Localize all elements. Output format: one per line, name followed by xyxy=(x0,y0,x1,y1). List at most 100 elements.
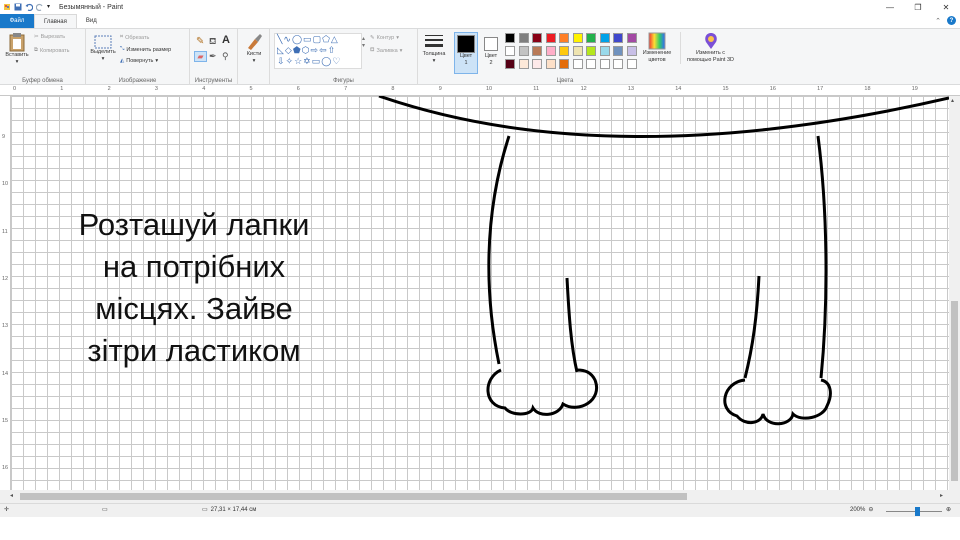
callout-rect-shape-icon[interactable]: ▭ xyxy=(312,56,322,66)
zoom-in-icon[interactable]: ⊕ xyxy=(946,506,951,513)
help-icon[interactable]: ? xyxy=(947,16,956,25)
crop-button[interactable]: ⌗ Обрезать xyxy=(120,34,149,41)
eraser-icon[interactable]: ▰ xyxy=(194,51,207,62)
palette-swatch[interactable] xyxy=(559,59,569,69)
vertical-scrollbar[interactable]: ▴ xyxy=(949,96,960,490)
color1-swatch xyxy=(457,35,475,53)
palette-swatch[interactable] xyxy=(559,33,569,43)
palette-swatch[interactable] xyxy=(626,59,637,69)
palette-swatch[interactable] xyxy=(532,46,542,56)
palette-swatch[interactable] xyxy=(505,46,515,56)
shapes-gallery[interactable]: ╲∿◯▭▢⬠△ ◺◇⬟⬡⇨⇦⇧ ⇩✧☆✡▭◯♡ xyxy=(274,33,362,69)
palette-swatch[interactable] xyxy=(518,59,529,69)
oval-shape-icon[interactable]: ◯ xyxy=(292,34,303,44)
palette-swatch[interactable] xyxy=(532,33,542,43)
undo-icon[interactable] xyxy=(25,3,33,11)
palette-swatch[interactable] xyxy=(572,33,583,43)
palette-swatch[interactable] xyxy=(586,33,596,43)
scroll-up-icon[interactable]: ▴ xyxy=(951,97,954,104)
left-arrow-shape-icon[interactable]: ⇦ xyxy=(319,45,328,55)
drawing-canvas[interactable]: Розташуй лапки на потрібних місцях. Зайв… xyxy=(11,96,949,490)
tab-home[interactable]: Главная xyxy=(34,14,77,28)
palette-swatch[interactable] xyxy=(545,33,556,43)
curve-shape-icon[interactable]: ∿ xyxy=(283,34,292,44)
tab-file[interactable]: Файл xyxy=(0,14,34,28)
shapes-scroll-icon[interactable]: ▴ ▾ xyxy=(362,35,365,49)
triangle-shape-icon[interactable]: △ xyxy=(331,34,339,44)
color-picker-icon[interactable]: ✒ xyxy=(209,51,217,62)
rotate-button[interactable]: ◭ Повернуть ▾ xyxy=(120,58,158,64)
scroll-left-icon[interactable]: ◂ xyxy=(10,492,13,499)
palette-swatch[interactable] xyxy=(599,33,610,43)
zoom-slider[interactable] xyxy=(886,511,942,512)
pentagon-shape-icon[interactable]: ⬟ xyxy=(293,45,302,55)
thickness-button[interactable]: Толщина ▾ xyxy=(420,33,448,65)
palette-swatch[interactable] xyxy=(545,59,556,69)
palette-swatch[interactable] xyxy=(505,59,515,69)
palette-swatch[interactable] xyxy=(518,46,529,56)
palette-swatch[interactable] xyxy=(518,33,529,43)
text-icon[interactable]: A xyxy=(222,34,230,46)
palette-swatch[interactable] xyxy=(545,46,556,56)
status-bar: ✛ ▭ ▭ 27,31 × 17,44 см 200% ⊖ ⊕ xyxy=(0,503,960,517)
customize-qat-icon[interactable]: ▾ xyxy=(47,3,55,11)
magnifier-icon[interactable]: ⚲ xyxy=(222,51,229,62)
callout-oval-shape-icon[interactable]: ◯ xyxy=(321,56,332,66)
palette-swatch[interactable] xyxy=(613,46,623,56)
outline-button[interactable]: ✎ Контур ▾ xyxy=(370,35,399,41)
scroll-right-icon[interactable]: ▸ xyxy=(940,492,943,499)
zoom-out-icon[interactable]: ⊖ xyxy=(868,506,873,513)
tab-view[interactable]: Вид xyxy=(77,14,106,28)
heart-shape-icon[interactable]: ♡ xyxy=(332,56,341,66)
zoom-slider-thumb[interactable] xyxy=(915,507,920,516)
palette-swatch[interactable] xyxy=(572,59,583,69)
palette-swatch[interactable] xyxy=(572,46,583,56)
resize-button[interactable]: ⤡ Изменить размер xyxy=(120,46,171,53)
horizontal-scroll-thumb[interactable] xyxy=(20,493,687,500)
hexagon-shape-icon[interactable]: ⬡ xyxy=(302,45,311,55)
star5-shape-icon[interactable]: ☆ xyxy=(294,56,303,66)
close-button[interactable]: ✕ xyxy=(932,0,960,14)
palette-swatch[interactable] xyxy=(586,46,596,56)
palette-swatch[interactable] xyxy=(599,46,610,56)
star4-shape-icon[interactable]: ✧ xyxy=(286,56,295,66)
cut-button[interactable]: ✂ Вырезать xyxy=(34,34,65,40)
paint3d-button[interactable]: Изменить с помощью Paint 3D xyxy=(680,32,740,64)
fill-bucket-icon[interactable]: ⛾ xyxy=(209,36,216,48)
zoom-in-button[interactable]: ⊕ xyxy=(946,506,951,513)
color2-button[interactable]: Цвет 2 xyxy=(480,32,502,74)
vertical-scroll-thumb[interactable] xyxy=(951,301,958,481)
palette-swatch[interactable] xyxy=(626,33,637,43)
palette-swatch[interactable] xyxy=(599,59,610,69)
right-arrow-shape-icon[interactable]: ⇨ xyxy=(311,45,320,55)
palette-swatch[interactable] xyxy=(532,59,542,69)
palette-swatch[interactable] xyxy=(626,46,637,56)
color1-button[interactable]: Цвет 1 xyxy=(454,32,478,74)
right-triangle-shape-icon[interactable]: ◺ xyxy=(277,45,285,55)
minimize-button[interactable]: — xyxy=(876,0,904,14)
rectangle-shape-icon[interactable]: ▭ xyxy=(303,34,313,44)
copy-button[interactable]: ⧉ Копировать xyxy=(34,47,70,54)
fill-button[interactable]: ⛾ Заливка ▾ xyxy=(370,47,402,54)
palette-swatch[interactable] xyxy=(613,59,623,69)
brushes-button[interactable]: Кисти ▾ xyxy=(240,33,268,65)
palette-swatch[interactable] xyxy=(559,46,569,56)
restore-button[interactable]: ❐ xyxy=(904,0,932,14)
save-icon[interactable] xyxy=(14,3,22,11)
select-button[interactable]: Выделить ▾ xyxy=(88,35,118,63)
star6-shape-icon[interactable]: ✡ xyxy=(303,56,312,66)
diamond-shape-icon[interactable]: ◇ xyxy=(285,45,293,55)
palette-swatch[interactable] xyxy=(505,33,515,43)
horizontal-scrollbar[interactable]: ◂ ▸ xyxy=(0,490,960,503)
palette-swatch[interactable] xyxy=(613,33,623,43)
rounded-rect-shape-icon[interactable]: ▢ xyxy=(313,34,323,44)
palette-swatch[interactable] xyxy=(586,59,596,69)
down-arrow-shape-icon[interactable]: ⇩ xyxy=(277,56,286,66)
redo-icon[interactable] xyxy=(36,3,44,11)
edit-colors-button[interactable]: Изменение цветов xyxy=(640,32,674,64)
up-arrow-shape-icon[interactable]: ⇧ xyxy=(328,45,337,55)
polygon-shape-icon[interactable]: ⬠ xyxy=(322,34,331,44)
pencil-icon[interactable]: ✎ xyxy=(196,36,204,47)
collapse-ribbon-icon[interactable]: ⌃ xyxy=(935,17,941,25)
paste-button[interactable]: Вставить ▾ xyxy=(3,32,31,66)
